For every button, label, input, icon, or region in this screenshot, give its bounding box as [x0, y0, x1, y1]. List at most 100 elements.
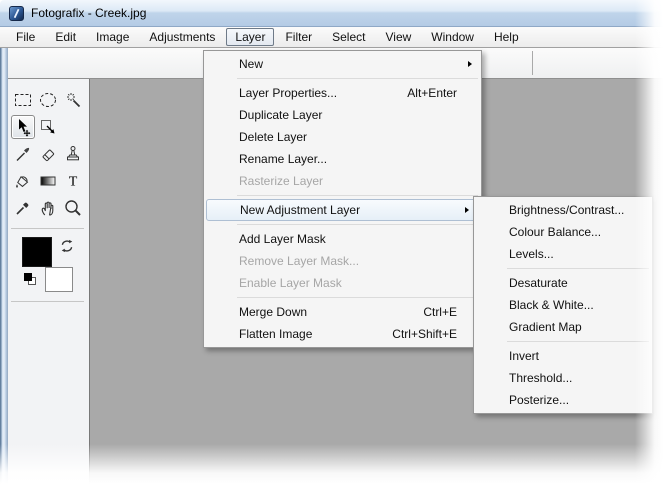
menu-item-merge-down[interactable]: Merge Down Ctrl+E — [204, 301, 481, 323]
menu-item-shortcut: Ctrl+E — [423, 305, 473, 319]
menubar-item-image[interactable]: Image — [87, 28, 138, 46]
menubar-item-select[interactable]: Select — [323, 28, 374, 46]
rect-select-icon — [13, 90, 33, 110]
menubar-item-view[interactable]: View — [376, 28, 420, 46]
menu-item-label: Black & White... — [509, 298, 594, 312]
menubar: FileEditImageAdjustmentsLayerFilterSelec… — [0, 27, 663, 48]
text-icon: T — [63, 171, 83, 191]
menu-item-label: Posterize... — [509, 393, 569, 407]
eraser-tool[interactable] — [36, 142, 60, 166]
magic-wand-tool[interactable] — [61, 88, 85, 112]
window-title: Fotografix - Creek.jpg — [31, 6, 146, 20]
brush-tool[interactable] — [11, 142, 35, 166]
menubar-item-adjustments[interactable]: Adjustments — [140, 28, 224, 46]
menu-item-shortcut: Alt+Enter — [407, 86, 473, 100]
ellipse-select-tool[interactable] — [36, 88, 60, 112]
menu-item-delete-layer[interactable]: Delete Layer — [204, 126, 481, 148]
tool-grid: T — [11, 88, 85, 220]
toolbox-empty-cell — [61, 115, 85, 139]
menu-item-new[interactable]: New — [204, 53, 481, 75]
transform-icon — [38, 117, 58, 137]
menu-item-label: Rename Layer... — [239, 152, 327, 166]
clone-stamp-icon — [63, 144, 83, 164]
menu-item-black-white[interactable]: Black & White... — [474, 294, 652, 316]
move-tool[interactable] — [11, 115, 35, 139]
swap-colors-icon[interactable] — [59, 238, 75, 254]
background-color-swatch[interactable] — [45, 267, 73, 292]
new-adjustment-layer-submenu: Brightness/Contrast... Colour Balance... L… — [473, 196, 653, 414]
menu-separator — [507, 341, 649, 342]
menu-item-levels[interactable]: Levels... — [474, 243, 652, 265]
toolbox-panel: T — [8, 79, 90, 484]
menu-item-label: Remove Layer Mask... — [239, 254, 359, 268]
menu-item-duplicate-layer[interactable]: Duplicate Layer — [204, 104, 481, 126]
text-tool[interactable]: T — [61, 169, 85, 193]
menubar-item-file[interactable]: File — [7, 28, 44, 46]
hand-icon — [38, 198, 58, 218]
menubar-item-filter[interactable]: Filter — [276, 28, 321, 46]
menu-item-shortcut: Ctrl+Shift+E — [392, 327, 473, 341]
menubar-item-help[interactable]: Help — [485, 28, 528, 46]
toolbox-separator — [11, 228, 84, 229]
menu-item-threshold[interactable]: Threshold... — [474, 367, 652, 389]
menubar-item-window[interactable]: Window — [422, 28, 483, 46]
window-left-frame — [0, 48, 8, 484]
layer-menu-popup: New Layer Properties...Alt+Enter Duplicate… — [203, 50, 482, 348]
menu-item-label: Rasterize Layer — [239, 174, 323, 188]
menu-item-label: Brightness/Contrast... — [509, 203, 624, 217]
menu-item-label: Gradient Map — [509, 320, 582, 334]
menu-item-label: Enable Layer Mask — [239, 276, 342, 290]
menubar-item-layer[interactable]: Layer — [226, 28, 274, 46]
menu-item-posterize[interactable]: Posterize... — [474, 389, 652, 411]
default-colors-icon[interactable] — [22, 271, 38, 287]
foreground-color-swatch[interactable] — [22, 237, 52, 267]
zoom-tool[interactable] — [61, 196, 85, 220]
menu-item-label: Delete Layer — [239, 130, 307, 144]
eyedropper-tool[interactable] — [11, 196, 35, 220]
menu-item-label: New — [239, 57, 263, 71]
clone-stamp-tool[interactable] — [61, 142, 85, 166]
fill-icon — [13, 171, 33, 191]
menu-item-label: Duplicate Layer — [239, 108, 322, 122]
menu-item-colour-balance[interactable]: Colour Balance... — [474, 221, 652, 243]
menu-item-new-adjustment-layer[interactable]: New Adjustment Layer — [206, 199, 479, 221]
menu-item-brightness-contrast[interactable]: Brightness/Contrast... — [474, 199, 652, 221]
menu-item-rename-layer[interactable]: Rename Layer... — [204, 148, 481, 170]
menu-separator — [507, 268, 649, 269]
menu-item-gradient-map[interactable]: Gradient Map — [474, 316, 652, 338]
menu-item-label: Threshold... — [509, 371, 572, 385]
menu-item-label: Levels... — [509, 247, 554, 261]
brush-icon — [13, 144, 33, 164]
menu-item-remove-layer-mask: Remove Layer Mask... — [204, 250, 481, 272]
hand-tool[interactable] — [36, 196, 60, 220]
menu-item-enable-layer-mask: Enable Layer Mask — [204, 272, 481, 294]
menu-item-label: Desaturate — [509, 276, 568, 290]
gradient-tool[interactable] — [36, 169, 60, 193]
menu-item-add-layer-mask[interactable]: Add Layer Mask — [204, 228, 481, 250]
menubar-item-edit[interactable]: Edit — [46, 28, 85, 46]
menu-item-label: Flatten Image — [239, 327, 312, 341]
toolbox-separator — [11, 301, 84, 302]
menu-separator — [237, 195, 478, 196]
svg-text:T: T — [69, 175, 78, 190]
fill-tool[interactable] — [11, 169, 35, 193]
titlebar[interactable]: Fotografix - Creek.jpg — [0, 0, 663, 27]
menu-item-label: Merge Down — [239, 305, 307, 319]
application-window: Fotografix - Creek.jpg FileEditImageAdju… — [0, 0, 663, 484]
options-bar-separator — [532, 51, 533, 75]
menu-item-flatten-image[interactable]: Flatten Image Ctrl+Shift+E — [204, 323, 481, 345]
ellipse-select-icon — [38, 90, 58, 110]
menu-item-label: Add Layer Mask — [239, 232, 326, 246]
menu-separator — [237, 224, 478, 225]
eraser-icon — [38, 144, 58, 164]
transform-tool[interactable] — [36, 115, 60, 139]
move-icon — [13, 117, 33, 137]
menu-item-layer-properties[interactable]: Layer Properties...Alt+Enter — [204, 82, 481, 104]
menu-item-label: New Adjustment Layer — [240, 203, 360, 217]
menu-item-invert[interactable]: Invert — [474, 345, 652, 367]
fotografix-app-icon — [9, 6, 24, 21]
menu-item-label: Colour Balance... — [509, 225, 601, 239]
menu-item-desaturate[interactable]: Desaturate — [474, 272, 652, 294]
eyedropper-icon — [13, 198, 33, 218]
rect-select-tool[interactable] — [11, 88, 35, 112]
